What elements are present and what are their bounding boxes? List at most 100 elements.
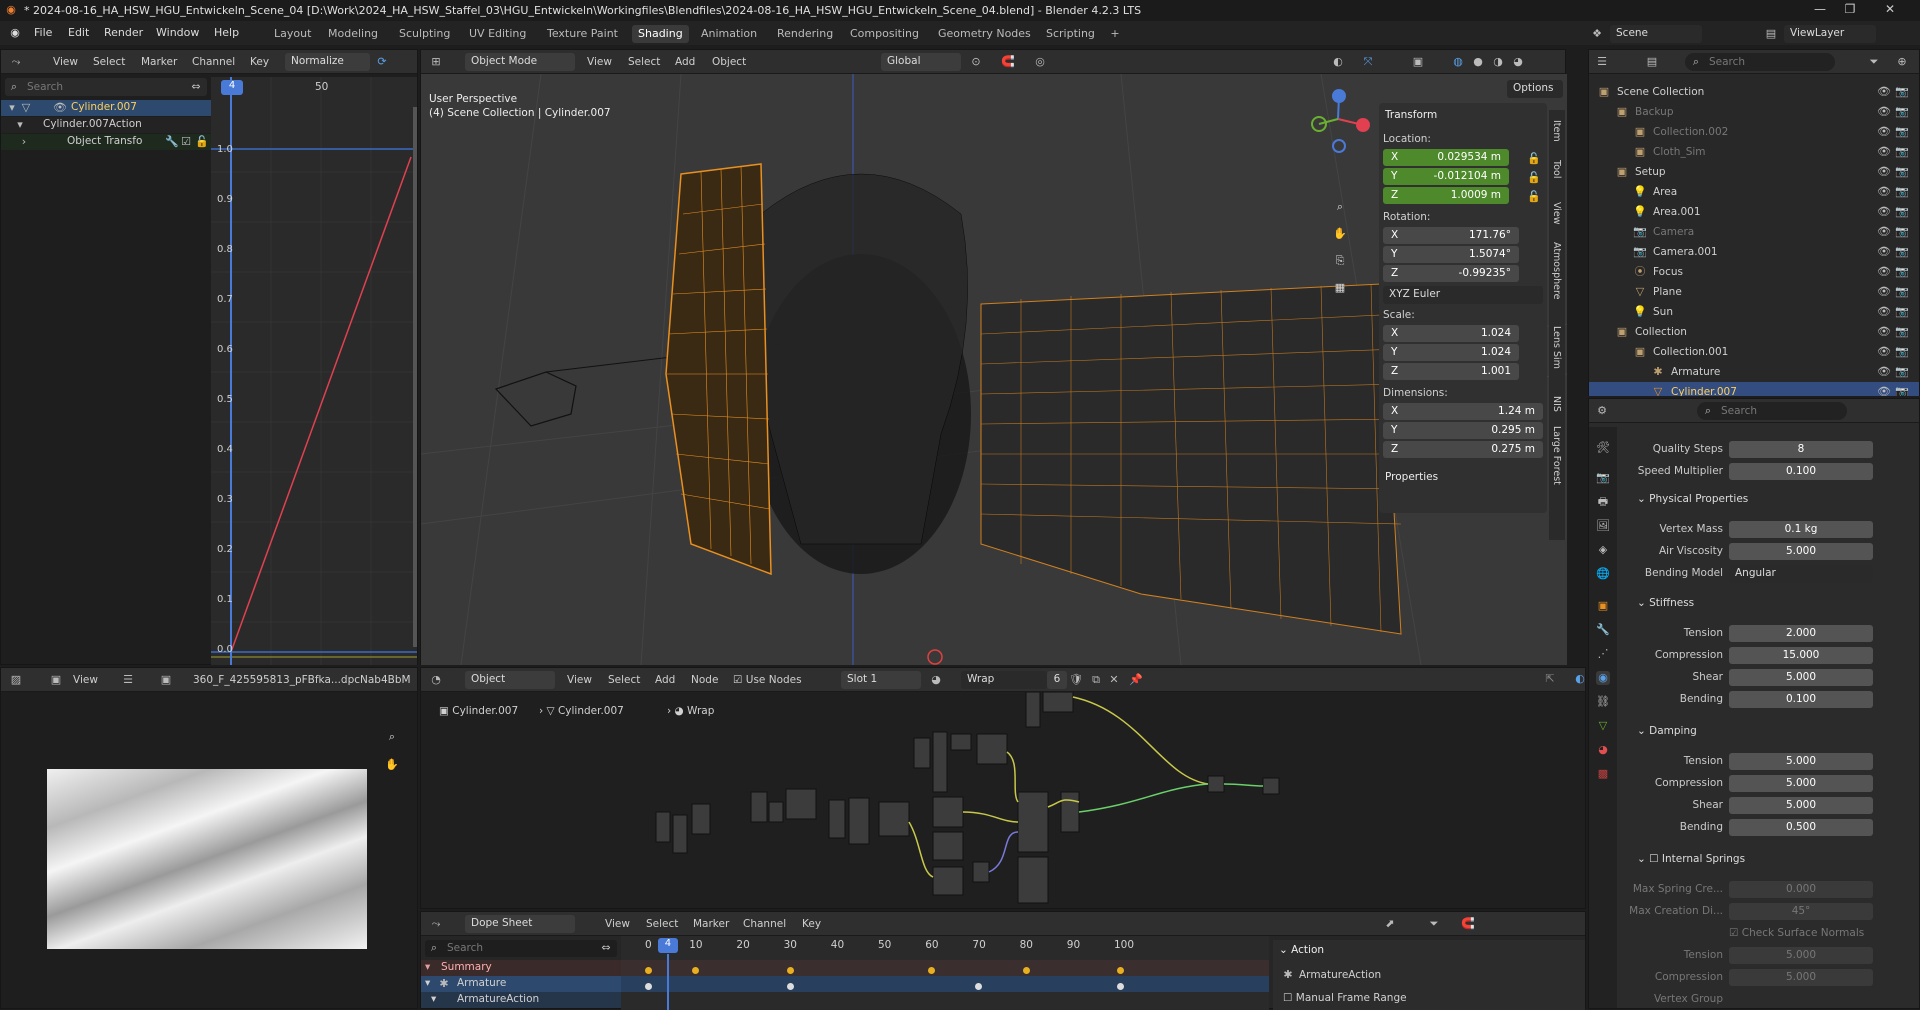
- zoom-icon[interactable]: ⌕: [385, 730, 399, 744]
- collapse-icon[interactable]: ›: [17, 135, 31, 149]
- camera-view-icon[interactable]: ⎘: [1333, 254, 1347, 268]
- only-selected-icon[interactable]: ⬈: [1383, 917, 1397, 931]
- rotation-x-field[interactable]: X 171.76°: [1383, 227, 1519, 244]
- pan-hand-icon[interactable]: ✋: [1333, 227, 1347, 241]
- lock-icon[interactable]: 🔓: [1527, 171, 1541, 185]
- damping-tension-field[interactable]: 5.000: [1729, 753, 1873, 770]
- visibility-icon[interactable]: 👁: [1877, 245, 1891, 259]
- scene-selector[interactable]: Scene: [1610, 25, 1702, 43]
- outliner-type-icon[interactable]: ☰: [1595, 55, 1609, 69]
- node-menu-add[interactable]: Add: [655, 674, 675, 686]
- speed-multiplier-field[interactable]: 0.100: [1729, 463, 1873, 480]
- blender-menu-icon[interactable]: ◉: [8, 26, 22, 40]
- action-header[interactable]: ⌄ Action: [1279, 944, 1324, 956]
- vp-menu-select[interactable]: Select: [628, 56, 660, 68]
- pivot-icon[interactable]: ⊙: [969, 55, 983, 69]
- image-menu-view[interactable]: View: [73, 674, 98, 686]
- view-layer-tab-icon[interactable]: 🖼: [1596, 519, 1610, 533]
- outliner-item[interactable]: ▣ Scene Collection 👁 📷: [1589, 82, 1919, 102]
- options-dropdown[interactable]: Options: [1507, 80, 1563, 98]
- overlay-icon[interactable]: ◐: [1573, 672, 1587, 686]
- keyframe[interactable]: [692, 967, 700, 974]
- fake-user-icon[interactable]: 🛡: [1069, 673, 1083, 687]
- image-mode-icon[interactable]: ▣: [49, 673, 63, 687]
- check-surface-normals-checkbox[interactable]: ☑ Check Surface Normals: [1729, 927, 1864, 939]
- visibility-icon[interactable]: 👁: [1877, 385, 1891, 396]
- visibility-icon[interactable]: 👁: [1877, 365, 1891, 379]
- close-icon[interactable]: ✕: [1880, 2, 1900, 18]
- data-tab-icon[interactable]: ▽: [1596, 719, 1610, 733]
- graph-menu-select[interactable]: Select: [93, 56, 125, 68]
- pin-icon[interactable]: 📌: [1129, 673, 1143, 687]
- render-visibility-icon[interactable]: 📷: [1895, 265, 1909, 279]
- properties-subpanel[interactable]: Properties: [1385, 471, 1438, 483]
- channel-action[interactable]: ▾ Cylinder.007Action: [1, 117, 211, 133]
- rendered-shading-icon[interactable]: ◕: [1511, 55, 1525, 69]
- render-visibility-icon[interactable]: 📷: [1895, 325, 1909, 339]
- dimensions-x-field[interactable]: X 1.24 m: [1383, 403, 1543, 420]
- material-browse-icon[interactable]: ◕: [929, 673, 943, 687]
- keyframe[interactable]: [1022, 967, 1030, 974]
- grid-view-icon[interactable]: ▦: [1333, 281, 1347, 295]
- proportional-icon[interactable]: ◎: [1033, 55, 1047, 69]
- stiffness-bending-field[interactable]: 0.100: [1729, 691, 1873, 708]
- stiffness-tension-field[interactable]: 2.000: [1729, 625, 1873, 642]
- outliner-item[interactable]: ▣ Backup 👁 📷: [1589, 102, 1919, 122]
- 3d-viewport[interactable]: ⊞ Object Mode View Select Add Object Glo…: [420, 49, 1567, 665]
- lock-icon[interactable]: 🔓: [1527, 152, 1541, 166]
- outliner-item[interactable]: ▣ Cloth_Sim 👁 📷: [1589, 142, 1919, 162]
- tab-scripting[interactable]: Scripting: [1040, 25, 1101, 43]
- filter-icon[interactable]: ⏷: [1427, 917, 1441, 931]
- visibility-icon[interactable]: 👁: [1877, 285, 1891, 299]
- shader-node-editor[interactable]: ◔ Object View Select Add Node ☑ Use Node…: [420, 667, 1586, 909]
- normalize-toggle[interactable]: Normalize: [285, 53, 370, 71]
- keyframe[interactable]: [645, 983, 652, 990]
- snap-icon[interactable]: 🧲: [1001, 55, 1015, 69]
- damping-shear-field[interactable]: 5.000: [1729, 797, 1873, 814]
- overlay-icon[interactable]: ◐: [1331, 55, 1345, 69]
- navigation-gizmo[interactable]: [1303, 84, 1373, 154]
- vp-menu-object[interactable]: Object: [712, 56, 746, 68]
- add-workspace-icon[interactable]: +: [1108, 27, 1122, 41]
- outliner-item[interactable]: ▽ Plane 👁 📷: [1589, 282, 1919, 302]
- vertex-mass-field[interactable]: 0.1 kg: [1729, 521, 1873, 538]
- outliner-item[interactable]: 💡 Area.001 👁 📷: [1589, 202, 1919, 222]
- maximize-icon[interactable]: ❐: [1840, 2, 1860, 18]
- menu-render[interactable]: Render: [104, 26, 143, 39]
- location-x-field[interactable]: X 0.029534 m: [1383, 149, 1509, 166]
- visibility-icon[interactable]: 👁: [1877, 305, 1891, 319]
- visibility-icon[interactable]: 👁: [1877, 225, 1891, 239]
- current-frame-badge[interactable]: 4: [221, 80, 243, 95]
- outliner-item[interactable]: ▽ Cylinder.007 👁 📷: [1589, 382, 1919, 396]
- editor-type-icon[interactable]: ⊞: [429, 55, 443, 69]
- dimensions-z-field[interactable]: Z 0.275 m: [1383, 441, 1543, 458]
- node-menu-view[interactable]: View: [567, 674, 592, 686]
- vp-menu-add[interactable]: Add: [675, 56, 695, 68]
- lock-icon[interactable]: 🔓: [195, 135, 209, 149]
- outliner-search-input[interactable]: ⌕ Search: [1685, 53, 1835, 71]
- rotation-z-field[interactable]: Z -0.99235°: [1383, 265, 1519, 282]
- render-visibility-icon[interactable]: 📷: [1895, 165, 1909, 179]
- render-visibility-icon[interactable]: 📷: [1895, 105, 1909, 119]
- dope-sheet-search-input[interactable]: ⌕ Search ⇔: [425, 940, 617, 957]
- menu-file[interactable]: File: [34, 26, 52, 39]
- snap-icon[interactable]: 🧲: [1461, 917, 1475, 931]
- tab-tool[interactable]: Tool: [1551, 160, 1562, 178]
- keyframe[interactable]: [1117, 967, 1124, 974]
- expand-icon[interactable]: ▾: [431, 993, 436, 1005]
- filter-icon[interactable]: ⏷: [1867, 55, 1881, 69]
- expand-icon[interactable]: ▾: [13, 118, 27, 132]
- visibility-icon[interactable]: 👁: [53, 101, 67, 115]
- use-nodes-checkbox[interactable]: ☑ Use Nodes: [733, 674, 802, 686]
- editor-type-icon[interactable]: ▨: [9, 673, 23, 687]
- parent-node-icon[interactable]: ⇱: [1543, 672, 1557, 686]
- visibility-icon[interactable]: 👁: [1877, 165, 1891, 179]
- keyframe[interactable]: [1117, 983, 1124, 990]
- slot-dropdown[interactable]: Slot 1: [841, 671, 921, 689]
- modifier-tab-icon[interactable]: 🔧: [1596, 623, 1610, 637]
- output-tab-icon[interactable]: 🖶: [1596, 495, 1610, 509]
- tab-compositing[interactable]: Compositing: [844, 25, 925, 43]
- texture-tab-icon[interactable]: ▩: [1596, 767, 1610, 781]
- properties-search-input[interactable]: ⌕ Search: [1697, 402, 1847, 420]
- render-visibility-icon[interactable]: 📷: [1895, 345, 1909, 359]
